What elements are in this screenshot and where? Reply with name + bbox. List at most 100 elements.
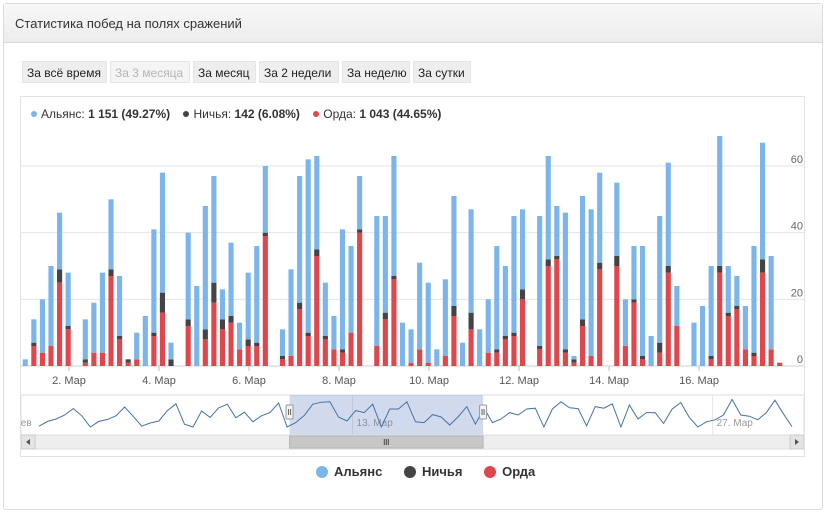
alliance-bar-35[interactable] bbox=[322, 282, 328, 336]
alliance-bar-2[interactable] bbox=[39, 299, 45, 353]
alliance-bar-64[interactable] bbox=[571, 356, 577, 360]
draw-bar-11[interactable] bbox=[117, 336, 123, 340]
legend-alliance[interactable]: Альянс bbox=[316, 464, 382, 479]
alliance-bar-19[interactable] bbox=[185, 232, 191, 320]
alliance-bar-13[interactable] bbox=[134, 332, 140, 360]
horde-bar-72[interactable] bbox=[639, 359, 646, 366]
alliance-bar-75[interactable] bbox=[665, 162, 671, 266]
draw-bar-81[interactable] bbox=[717, 266, 723, 273]
alliance-bar-11[interactable] bbox=[117, 276, 123, 336]
alliance-bar-60[interactable] bbox=[537, 216, 543, 346]
alliance-bar-85[interactable] bbox=[751, 246, 757, 353]
alliance-bar-20[interactable] bbox=[194, 286, 200, 366]
horde-bar-2[interactable] bbox=[39, 352, 45, 366]
horde-bar-32[interactable] bbox=[297, 309, 303, 366]
alliance-bar-24[interactable] bbox=[228, 242, 234, 316]
alliance-bar-66[interactable] bbox=[588, 209, 594, 356]
horde-bar-57[interactable] bbox=[511, 336, 517, 366]
draw-bar-5[interactable] bbox=[65, 326, 71, 330]
alliance-bar-48[interactable] bbox=[434, 349, 440, 366]
alliance-bar-47[interactable] bbox=[425, 282, 431, 363]
horde-bar-64[interactable] bbox=[571, 362, 577, 366]
draw-bar-58[interactable] bbox=[519, 289, 526, 300]
draw-bar-19[interactable] bbox=[185, 319, 191, 326]
horde-bar-12[interactable] bbox=[125, 362, 131, 366]
horde-bar-60[interactable] bbox=[537, 349, 543, 366]
draw-bar-12[interactable] bbox=[125, 359, 131, 363]
horde-bar-1[interactable] bbox=[31, 346, 37, 366]
horde-bar-70[interactable] bbox=[622, 346, 628, 366]
alliance-bar-56[interactable] bbox=[502, 266, 508, 336]
alliance-bar-28[interactable] bbox=[262, 166, 268, 233]
alliance-bar-78[interactable] bbox=[691, 322, 697, 366]
alliance-bar-30[interactable] bbox=[279, 329, 286, 356]
alliance-bar-9[interactable] bbox=[99, 272, 106, 353]
horde-bar-66[interactable] bbox=[588, 356, 594, 366]
navigator-right-handle[interactable] bbox=[479, 404, 488, 420]
horde-bar-23[interactable] bbox=[219, 329, 226, 366]
alliance-bar-41[interactable] bbox=[374, 216, 380, 346]
alliance-bar-37[interactable] bbox=[339, 229, 346, 350]
alliance-bar-86[interactable] bbox=[760, 142, 766, 260]
draw-bar-63[interactable] bbox=[562, 349, 568, 353]
alliance-bar-4[interactable] bbox=[57, 212, 63, 270]
draw-bar-30[interactable] bbox=[279, 356, 286, 360]
alliance-bar-50[interactable] bbox=[451, 196, 457, 306]
draw-bar-15[interactable] bbox=[151, 332, 157, 336]
alliance-bar-31[interactable] bbox=[288, 269, 294, 356]
alliance-bar-33[interactable] bbox=[305, 159, 311, 333]
alliance-bar-49[interactable] bbox=[442, 279, 448, 356]
horde-bar-82[interactable] bbox=[725, 316, 731, 366]
horde-bar-24[interactable] bbox=[228, 322, 234, 366]
alliance-bar-76[interactable] bbox=[674, 286, 680, 326]
alliance-bar-74[interactable] bbox=[657, 216, 663, 343]
alliance-bar-36[interactable] bbox=[331, 316, 337, 350]
alliance-bar-5[interactable] bbox=[65, 272, 71, 326]
draw-bar-56[interactable] bbox=[502, 336, 508, 340]
horde-bar-54[interactable] bbox=[485, 352, 491, 366]
horde-bar-56[interactable] bbox=[502, 339, 508, 366]
horde-bar-43[interactable] bbox=[391, 279, 397, 366]
horde-bar-37[interactable] bbox=[339, 352, 346, 366]
horde-bar-5[interactable] bbox=[65, 329, 71, 366]
alliance-bar-57[interactable] bbox=[511, 216, 517, 333]
draw-bar-86[interactable] bbox=[760, 259, 766, 273]
alliance-bar-61[interactable] bbox=[545, 156, 551, 260]
draw-bar-80[interactable] bbox=[708, 356, 714, 360]
draw-bar-21[interactable] bbox=[202, 329, 208, 340]
alliance-bar-27[interactable] bbox=[254, 246, 260, 343]
horde-bar-7[interactable] bbox=[82, 362, 88, 366]
horde-bar-11[interactable] bbox=[117, 339, 123, 366]
draw-bar-52[interactable] bbox=[468, 312, 474, 330]
horde-bar-16[interactable] bbox=[159, 312, 166, 366]
alliance-bar-52[interactable] bbox=[468, 209, 474, 313]
draw-bar-75[interactable] bbox=[665, 266, 671, 273]
horde-bar-80[interactable] bbox=[708, 359, 714, 366]
tab-month[interactable]: За месяц bbox=[193, 61, 256, 83]
horde-bar-4[interactable] bbox=[57, 282, 63, 366]
draw-bar-61[interactable] bbox=[545, 259, 551, 266]
draw-bar-22[interactable] bbox=[211, 282, 217, 303]
horde-bar-30[interactable] bbox=[279, 359, 286, 366]
alliance-bar-43[interactable] bbox=[391, 156, 397, 276]
horde-bar-36[interactable] bbox=[331, 349, 337, 366]
draw-bar-50[interactable] bbox=[451, 306, 457, 316]
alliance-bar-3[interactable] bbox=[48, 266, 54, 346]
horde-bar-88[interactable] bbox=[777, 362, 783, 366]
tab-2-weeks[interactable]: За 2 недели bbox=[259, 61, 339, 83]
draw-bar-33[interactable] bbox=[305, 332, 311, 336]
draw-bar-26[interactable] bbox=[245, 339, 251, 346]
draw-bar-4[interactable] bbox=[57, 269, 63, 283]
alliance-bar-51[interactable] bbox=[459, 342, 466, 366]
alliance-bar-83[interactable] bbox=[734, 276, 740, 306]
alliance-bar-42[interactable] bbox=[382, 216, 388, 313]
horde-bar-76[interactable] bbox=[674, 326, 680, 366]
horde-bar-63[interactable] bbox=[562, 352, 568, 366]
horde-bar-15[interactable] bbox=[151, 336, 157, 366]
draw-bar-39[interactable] bbox=[357, 229, 363, 233]
horde-bar-58[interactable] bbox=[519, 299, 526, 366]
alliance-bar-21[interactable] bbox=[202, 206, 208, 330]
alliance-bar-26[interactable] bbox=[245, 272, 251, 340]
horde-bar-33[interactable] bbox=[305, 336, 311, 366]
draw-bar-37[interactable] bbox=[339, 349, 346, 353]
